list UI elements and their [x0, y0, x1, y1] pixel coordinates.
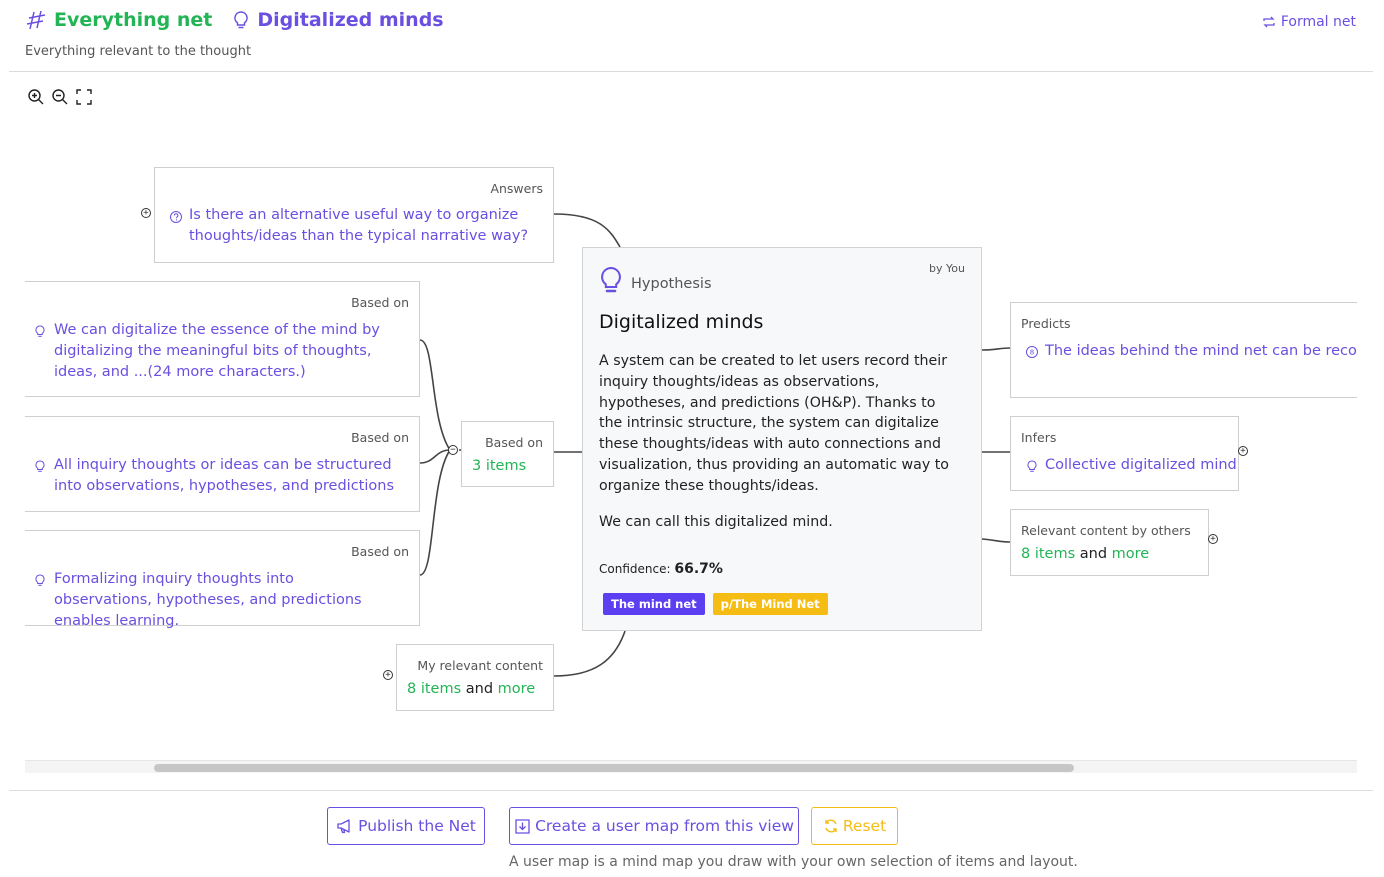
- formal-net-label: Formal net: [1280, 14, 1356, 30]
- download-icon: [515, 818, 530, 834]
- card-title: Digitalized minds: [599, 311, 764, 333]
- publish-label: Publish the Net: [358, 817, 476, 835]
- footer-note: A user map is a mind map you draw with y…: [509, 854, 1078, 870]
- relevant-content-others-node[interactable]: Relevant content by others 8 items and m…: [1010, 509, 1209, 576]
- reset-label: Reset: [842, 817, 887, 835]
- formal-net-link[interactable]: Formal net: [1262, 14, 1356, 30]
- fullscreen-icon[interactable]: [75, 88, 93, 106]
- expand-toggle[interactable]: +: [1208, 534, 1218, 544]
- header: Everything net Digitalized minds Everyth…: [0, 0, 1384, 72]
- bulb-icon: [35, 460, 45, 472]
- zoom-out-icon[interactable]: [51, 88, 69, 106]
- svg-text:8: 8: [1030, 349, 1034, 357]
- relation-label: My relevant content: [417, 658, 543, 673]
- confidence: Confidence: 66.7%: [599, 561, 723, 577]
- items-link[interactable]: 8 items: [407, 681, 461, 697]
- mind-title[interactable]: Digitalized minds: [257, 9, 443, 31]
- create-map-label: Create a user map from this view: [535, 817, 794, 835]
- based-on-node-3[interactable]: Based on Formalizing inquiry thoughts in…: [25, 530, 420, 629]
- net-canvas[interactable]: Answers Is there an alternative useful w…: [25, 120, 1357, 760]
- and-text: and: [465, 681, 494, 697]
- relation-label: Based on: [485, 435, 543, 450]
- bulb-icon: [1027, 460, 1037, 472]
- based-on-count[interactable]: 3 items: [472, 456, 526, 477]
- relation-label: Infers: [1021, 430, 1057, 445]
- infers-node[interactable]: Infers Collective digitalized mind: [1010, 416, 1239, 491]
- horizontal-scrollbar[interactable]: [25, 760, 1357, 773]
- collapse-toggle[interactable]: −: [448, 445, 458, 455]
- scrollbar-thumb[interactable]: [154, 764, 1074, 772]
- predicts-node[interactable]: Predicts 8 The ideas behind the mind net…: [1010, 302, 1357, 398]
- relation-label: Relevant content by others: [1021, 523, 1191, 538]
- my-relevant-content-node[interactable]: My relevant content 8 items and more: [396, 644, 554, 711]
- relation-label: Based on: [351, 430, 409, 445]
- bulb-icon: [234, 11, 249, 29]
- more-link[interactable]: more: [498, 681, 536, 697]
- based-on-text-2[interactable]: All inquiry thoughts or ideas can be str…: [54, 455, 409, 497]
- confidence-label: Confidence:: [599, 562, 671, 576]
- author-label: by You: [929, 262, 965, 275]
- zoom-toolbar: [27, 88, 93, 106]
- question-icon: [170, 211, 182, 223]
- expand-toggle[interactable]: +: [141, 208, 151, 218]
- page-subtitle: Everything relevant to the thought: [25, 44, 252, 59]
- type-label: Hypothesis: [631, 276, 712, 292]
- repeat-icon: [1263, 16, 1275, 28]
- based-on-node-2[interactable]: Based on All inquiry thoughts or ideas c…: [25, 416, 420, 512]
- net-title[interactable]: Everything net: [54, 9, 212, 31]
- tag-p-mind-net[interactable]: p/The Mind Net: [712, 593, 828, 615]
- megaphone-icon: [337, 819, 350, 834]
- publish-net-button[interactable]: Publish the Net: [327, 807, 485, 845]
- my-relevant-summary: 8 items and more: [407, 679, 535, 700]
- answers-text[interactable]: Is there an alternative useful way to or…: [189, 205, 539, 247]
- expand-toggle[interactable]: +: [383, 670, 393, 680]
- based-on-node-1[interactable]: Based on We can digitalize the essence o…: [25, 281, 420, 397]
- based-on-text-3[interactable]: Formalizing inquiry thoughts into observ…: [54, 569, 394, 632]
- reset-button[interactable]: Reset: [811, 807, 898, 845]
- relevant-others-summary: 8 items and more: [1021, 544, 1149, 565]
- footer-divider: [9, 790, 1373, 791]
- tag-mind-net[interactable]: The mind net: [603, 593, 705, 615]
- more-link[interactable]: more: [1112, 546, 1150, 562]
- tag-list: The mind net p/The Mind Net: [603, 593, 828, 615]
- header-divider: [9, 71, 1373, 72]
- bulb-icon: [35, 325, 45, 337]
- relation-label: Answers: [490, 181, 543, 196]
- infers-text[interactable]: Collective digitalized mind: [1045, 455, 1237, 476]
- create-user-map-button[interactable]: Create a user map from this view: [509, 807, 799, 845]
- relation-label: Predicts: [1021, 316, 1071, 331]
- bulb-icon: [35, 574, 45, 586]
- predicts-text[interactable]: The ideas behind the mind net can be rec…: [1045, 341, 1357, 362]
- title-row: Everything net Digitalized minds: [25, 9, 444, 31]
- bulb-icon: [601, 266, 621, 293]
- relation-label: Based on: [351, 544, 409, 559]
- zoom-in-icon[interactable]: [27, 88, 45, 106]
- prediction-icon: 8: [1026, 346, 1038, 358]
- net-icon: [26, 10, 46, 30]
- items-link[interactable]: 8 items: [1021, 546, 1075, 562]
- refresh-icon: [825, 819, 837, 833]
- answers-node[interactable]: Answers Is there an alternative useful w…: [154, 167, 554, 263]
- body-paragraph: We can call this digitalized mind.: [599, 513, 833, 530]
- card-body: A system can be created to let users rec…: [599, 351, 959, 532]
- based-on-text-1[interactable]: We can digitalize the essence of the min…: [54, 320, 404, 383]
- confidence-value: 66.7%: [674, 561, 723, 577]
- and-text: and: [1079, 546, 1108, 562]
- hypothesis-card[interactable]: by You Hypothesis Digitalized minds A sy…: [582, 247, 982, 631]
- based-on-group-node[interactable]: Based on 3 items: [461, 421, 554, 487]
- relation-label: Based on: [351, 295, 409, 310]
- expand-toggle[interactable]: +: [1238, 446, 1248, 456]
- body-paragraph: A system can be created to let users rec…: [599, 353, 949, 494]
